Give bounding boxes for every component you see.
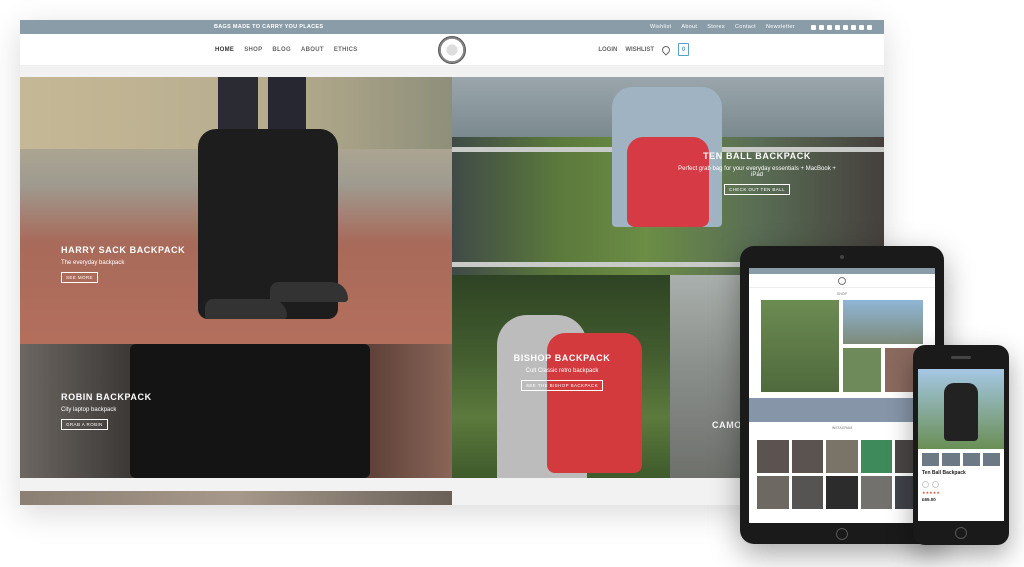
tablet-section-label: SHOP [837, 292, 847, 296]
tablet-gallery [761, 300, 923, 392]
phone-mockup: Ten Ball Backpack ★★★★★ £65.00 [913, 345, 1009, 545]
phone-screen: Ten Ball Backpack ★★★★★ £65.00 [918, 369, 1004, 521]
tablet-banner [749, 398, 935, 422]
backpack-image [944, 383, 978, 441]
gallery-image[interactable] [843, 348, 881, 392]
tile-bishop[interactable]: BISHOP BACKPACK Cult Classic retro backp… [452, 275, 670, 478]
shoe-shape [270, 282, 348, 302]
top-link-wishlist[interactable]: Wishlist [650, 24, 671, 30]
instagram-image[interactable] [860, 440, 893, 473]
shoe-shape [205, 299, 287, 319]
product-price: £65.00 [922, 497, 936, 502]
tile-text: HARRY SACK BACKPACK The everyday backpac… [61, 245, 185, 284]
device-mockup-scene: BAGS MADE TO CARRY YOU PLACES Wishlist A… [0, 0, 1024, 567]
tile-title: CAMO [712, 420, 742, 430]
instagram-grid [749, 434, 935, 515]
cart-icon[interactable]: 0 [678, 43, 689, 56]
brand-logo[interactable] [838, 276, 846, 285]
instagram-image[interactable] [860, 476, 893, 509]
google-plus-icon[interactable] [851, 24, 856, 30]
thumbnail[interactable] [962, 453, 980, 466]
login-link[interactable]: LOGIN [598, 47, 617, 53]
tile-subtitle: City laptop backpack [61, 407, 117, 413]
brand-logo[interactable] [438, 36, 466, 64]
tile-subtitle: Perfect grab bag for your everyday essen… [678, 166, 836, 178]
tile-subtitle: The everyday backpack [61, 260, 125, 266]
promo-text: BAGS MADE TO CARRY YOU PLACES [214, 24, 324, 30]
wishlist-link[interactable]: WISHLIST [625, 47, 654, 53]
home-button [955, 527, 967, 539]
tile-subtitle: Cult Classic retro backpack [525, 368, 599, 374]
backpack-image [130, 344, 370, 478]
nav-ethics[interactable]: ETHICS [334, 47, 358, 53]
youtube-icon[interactable] [859, 24, 864, 30]
camera-icon [840, 255, 844, 259]
tile-title: BISHOP BACKPACK [513, 353, 611, 363]
tile-harry-sack[interactable]: HARRY SACK BACKPACK The everyday backpac… [20, 77, 452, 344]
thumbnail[interactable] [982, 453, 1000, 466]
home-button [836, 528, 848, 540]
pinterest-icon[interactable] [843, 24, 848, 30]
social-icons [811, 24, 872, 30]
tile-title: ROBIN BACKPACK [61, 392, 152, 402]
instagram-image[interactable] [757, 440, 789, 473]
gallery-image[interactable] [843, 300, 923, 344]
tile-title: TEN BALL BACKPACK [703, 151, 811, 161]
tile-text: TEN BALL BACKPACK Perfect grab bag for y… [672, 151, 842, 196]
top-links: Wishlist About Stores Contact Newsletter [650, 24, 872, 30]
product-image[interactable] [918, 369, 1004, 449]
instagram-image[interactable] [791, 440, 824, 473]
nav-right: LOGIN WISHLIST 0 [598, 43, 689, 56]
top-link-contact[interactable]: Contact [735, 24, 756, 30]
tile-cta-button[interactable]: GRAB A ROBIN [61, 419, 108, 430]
vk-icon[interactable] [867, 24, 872, 30]
top-link-newsletter[interactable]: Newsletter [766, 24, 795, 30]
swatch[interactable] [922, 481, 929, 488]
heart-icon[interactable] [660, 43, 672, 56]
gallery-image[interactable] [761, 300, 839, 392]
color-swatches [918, 476, 1004, 490]
thumbnail[interactable] [922, 453, 940, 466]
speaker-icon [951, 356, 971, 359]
tile-text: BISHOP BACKPACK Cult Classic retro backp… [512, 353, 612, 392]
tile-cta-button[interactable]: SEE THE BISHOP BACKPACK [521, 380, 603, 391]
top-link-stores[interactable]: Stores [707, 24, 725, 30]
tile-cta-button[interactable]: SEE MORE [61, 272, 98, 283]
instagram-icon[interactable] [819, 24, 824, 30]
facebook-icon[interactable] [811, 24, 816, 30]
twitter-icon[interactable] [827, 24, 832, 30]
tablet-nav [749, 274, 935, 288]
instagram-image[interactable] [826, 476, 858, 509]
tile-text: ROBIN BACKPACK City laptop backpack GRAB… [61, 392, 152, 431]
nav-shop[interactable]: SHOP [244, 47, 262, 53]
next-row-preview [20, 491, 452, 505]
main-nav: HOME SHOP BLOG ABOUT ETHICS LOGIN WISHLI… [20, 34, 884, 66]
nav-about[interactable]: ABOUT [301, 47, 324, 53]
instagram-image[interactable] [757, 476, 789, 509]
tile-title: HARRY SACK BACKPACK [61, 245, 186, 255]
thumbnail[interactable] [942, 453, 960, 466]
swatch[interactable] [932, 481, 939, 488]
tablet-instagram-label: INSTAGRAM [831, 426, 853, 430]
instagram-image[interactable] [826, 440, 858, 473]
tile-text: CAMO [712, 420, 742, 430]
top-link-about[interactable]: About [681, 24, 697, 30]
instagram-image[interactable] [791, 476, 824, 509]
nav-blog[interactable]: BLOG [272, 47, 291, 53]
tile-cta-button[interactable]: CHECK OUT TEN BALL [723, 184, 791, 195]
product-thumbnails [918, 449, 1004, 470]
nav-home[interactable]: HOME [215, 47, 234, 53]
email-icon[interactable] [835, 24, 840, 30]
top-bar: BAGS MADE TO CARRY YOU PLACES Wishlist A… [20, 20, 884, 34]
tablet-screen: SHOP INSTAGRAM [749, 268, 935, 523]
tile-robin[interactable]: ROBIN BACKPACK City laptop backpack GRAB… [20, 344, 452, 478]
main-menu: HOME SHOP BLOG ABOUT ETHICS [215, 47, 358, 53]
